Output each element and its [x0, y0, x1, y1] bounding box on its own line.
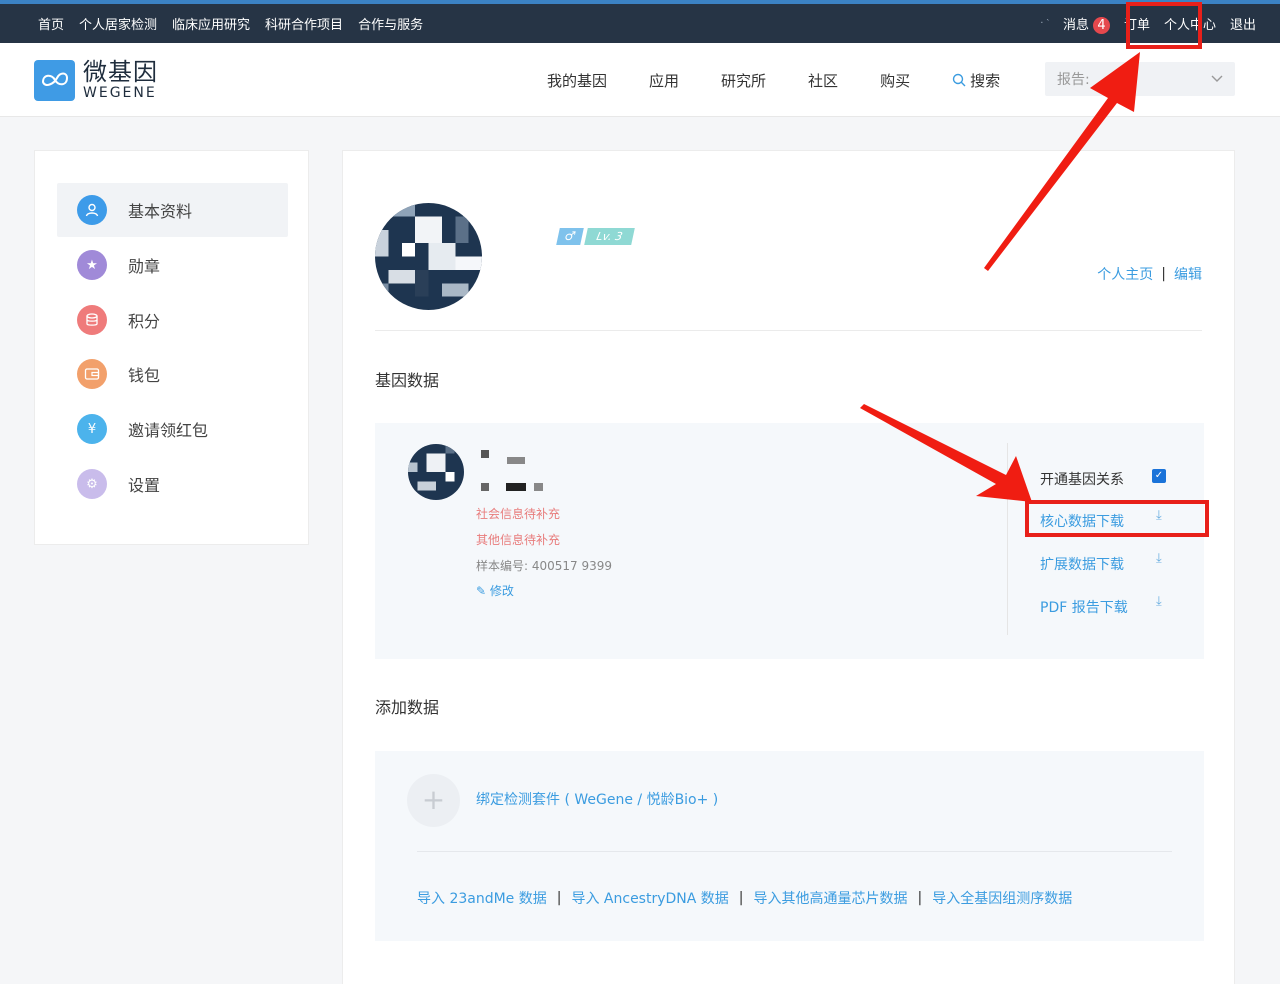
top-nav-research[interactable]: 科研合作项目: [265, 14, 343, 33]
top-nav-clinical[interactable]: 临床应用研究: [172, 14, 250, 33]
main-header: 微基因 WEGENE 我的基因 应用 研究所 社区 购买 搜索 报告:: [0, 43, 1280, 117]
search-label: 搜索: [970, 71, 1001, 90]
download-icon[interactable]: ⤓: [1156, 551, 1162, 566]
logout-link[interactable]: 退出: [1230, 14, 1256, 33]
chevron-down-icon: [1211, 75, 1223, 82]
sample-number: 样本编号: 400517 9399: [476, 559, 613, 573]
search-icon: [952, 73, 966, 87]
sidebar-item-label: 积分: [128, 312, 161, 331]
level-tag: Lv. 3: [584, 228, 635, 245]
top-nav-home[interactable]: 首页: [38, 14, 64, 33]
redacted-info: [534, 483, 543, 491]
sidebar-item-label: 设置: [128, 476, 161, 495]
star-badge-icon: ★: [77, 250, 107, 280]
annotation-highlight-box: [1025, 500, 1209, 537]
sample-avatar: [408, 444, 464, 500]
annotation-highlight-box: [1126, 2, 1202, 49]
sidebar-item-profile[interactable]: 基本资料: [57, 183, 288, 237]
gene-relation-label: 开通基因关系: [1040, 472, 1124, 488]
sidebar-item-points[interactable]: 积分: [57, 293, 288, 347]
profile-links: 个人主页 | 编辑: [1097, 264, 1202, 284]
sidebar-item-label: 邀请领红包: [128, 421, 209, 440]
add-data-title: 添加数据: [375, 698, 440, 717]
redacted-name: [481, 450, 489, 458]
homepage-link[interactable]: 个人主页: [1097, 264, 1153, 284]
top-dots: · ‵: [1040, 18, 1049, 29]
pdf-report-download-link[interactable]: PDF 报告下载: [1040, 597, 1128, 617]
link-separator: |: [1161, 266, 1166, 282]
add-data-panel: + 绑定检测套件 ( WeGene / 悦龄Bio+ ) 导入 23andMe …: [375, 751, 1204, 941]
sidebar: 基本资料 ★ 勋章 积分 钱包 ¥ 邀请领红包 ⚙ 设置: [34, 150, 309, 545]
extended-data-download-link[interactable]: 扩展数据下载: [1040, 554, 1124, 574]
nav-institute[interactable]: 研究所: [721, 70, 766, 91]
report-select[interactable]: 报告:: [1045, 62, 1235, 96]
import-wgs-data-link[interactable]: 导入全基因组测序数据: [932, 888, 1072, 908]
gender-tag: ♂: [556, 228, 584, 245]
other-info-warning[interactable]: 其他信息待补充: [476, 531, 560, 548]
gear-icon: ⚙: [77, 469, 107, 499]
link-separator: |: [917, 890, 923, 906]
pencil-icon: ✎: [476, 584, 490, 598]
nav-search[interactable]: 搜索: [952, 70, 1042, 91]
top-nav-home-test[interactable]: 个人居家检测: [79, 14, 157, 33]
import-links: 导入 23andMe 数据 | 导入 AncestryDNA 数据 | 导入其他…: [417, 888, 1072, 908]
link-separator: |: [556, 890, 562, 906]
gene-data-panel: 社会信息待补充 其他信息待补充 样本编号: 400517 9399 ✎ 修改 开…: [375, 423, 1204, 659]
sidebar-item-medals[interactable]: ★ 勋章: [57, 238, 288, 292]
bind-kit-link[interactable]: 绑定检测套件 ( WeGene / 悦龄Bio+ ): [476, 789, 718, 809]
top-bar: 首页 个人居家检测 临床应用研究 科研合作项目 合作与服务 · ‵ 消息 4 订单…: [0, 0, 1280, 43]
redacted-info: [481, 483, 489, 491]
redacted-name: [507, 457, 525, 464]
top-nav-cooperation[interactable]: 合作与服务: [358, 14, 423, 33]
social-info-warning[interactable]: 社会信息待补充: [476, 505, 560, 522]
sidebar-item-settings[interactable]: ⚙ 设置: [57, 457, 288, 511]
report-select-label: 报告:: [1057, 72, 1090, 88]
wegene-logo[interactable]: 微基因 WEGENE: [34, 59, 158, 101]
user-icon: [77, 195, 107, 225]
gene-relation-checkbox[interactable]: ✓: [1152, 469, 1166, 483]
link-separator: |: [738, 890, 744, 906]
sidebar-item-label: 钱包: [128, 366, 161, 385]
nav-apps[interactable]: 应用: [649, 70, 679, 91]
main-panel: ♂ Lv. 3 个人主页 | 编辑 基因数据 社会信息待补充 其他信息待补充 样…: [342, 150, 1235, 984]
nav-community[interactable]: 社区: [808, 70, 838, 91]
messages-link[interactable]: 消息 4: [1063, 14, 1110, 34]
main-nav: 我的基因 应用 研究所 社区 购买 搜索: [547, 43, 1084, 117]
logo-en-text: WEGENE: [83, 85, 157, 101]
panel-divider: [1007, 443, 1008, 635]
gene-data-title: 基因数据: [375, 371, 440, 390]
add-data-divider: [417, 851, 1172, 852]
add-kit-plus-icon[interactable]: +: [407, 774, 460, 827]
sidebar-item-label: 基本资料: [128, 202, 193, 221]
logo-mark-icon: [34, 59, 75, 101]
profile-divider: [375, 330, 1202, 331]
import-23andme-link[interactable]: 导入 23andMe 数据: [417, 888, 547, 908]
edit-sample-label: 修改: [489, 584, 514, 598]
edit-sample-link[interactable]: ✎ 修改: [476, 582, 514, 599]
coin-stack-icon: [77, 305, 107, 335]
avatar[interactable]: [375, 203, 482, 310]
nav-buy[interactable]: 购买: [880, 70, 910, 91]
sidebar-item-invite[interactable]: ¥ 邀请领红包: [57, 402, 288, 456]
top-nav: 首页 个人居家检测 临床应用研究 科研合作项目 合作与服务: [38, 4, 423, 43]
redacted-info: [506, 483, 526, 491]
edit-profile-link[interactable]: 编辑: [1174, 264, 1202, 284]
nav-my-gene[interactable]: 我的基因: [547, 70, 607, 91]
download-icon[interactable]: ⤓: [1156, 594, 1162, 609]
wallet-icon: [77, 359, 107, 389]
logo-cn-text: 微基因: [83, 58, 158, 86]
messages-label: 消息: [1062, 17, 1089, 33]
sidebar-item-wallet[interactable]: 钱包: [57, 347, 288, 401]
import-chip-data-link[interactable]: 导入其他高通量芯片数据: [754, 888, 908, 908]
import-ancestry-link[interactable]: 导入 AncestryDNA 数据: [571, 888, 728, 908]
sidebar-item-label: 勋章: [128, 257, 161, 276]
yuan-icon: ¥: [77, 414, 107, 444]
messages-count-badge: 4: [1092, 16, 1110, 34]
